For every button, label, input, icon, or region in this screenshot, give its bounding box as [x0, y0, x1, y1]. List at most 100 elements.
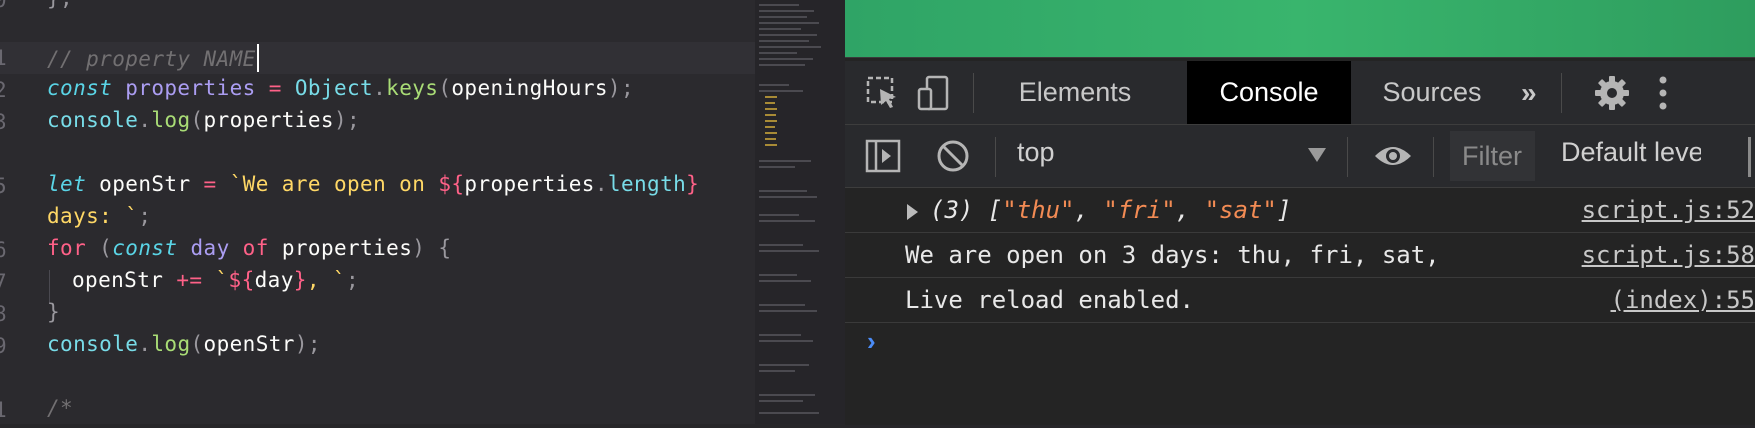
array-preview[interactable]: (3) ["thu", "fri", "sat"]: [930, 196, 1291, 224]
chevron-down-icon[interactable]: [1308, 148, 1326, 162]
eye-icon[interactable]: [1373, 138, 1413, 174]
code-token: length: [607, 172, 687, 196]
tab-sources[interactable]: Sources: [1357, 61, 1507, 124]
minimap-line: [759, 4, 799, 6]
comment-token: // property NAME: [47, 47, 256, 71]
code-token: console: [47, 332, 139, 356]
tab-console[interactable]: Console: [1187, 61, 1351, 124]
line-number: 7: [0, 270, 7, 294]
kebab-menu-icon[interactable]: [1653, 75, 1673, 111]
console-message: We are open on 3 days: thu, fri, sat, sc…: [845, 233, 1755, 278]
minimap-line: [759, 90, 803, 92]
code-line: }: [47, 300, 61, 324]
code-token: =: [255, 76, 295, 100]
source-link[interactable]: (index):55: [1555, 286, 1755, 314]
code-token: log: [151, 332, 191, 356]
code-token: console: [47, 108, 139, 132]
minimap-line: [765, 96, 777, 98]
minimap-line: [759, 58, 813, 60]
text-cursor: [256, 44, 259, 72]
array-item: "thu": [1002, 196, 1075, 224]
code-token: .: [594, 172, 608, 196]
sidebar-toggle-icon[interactable]: [865, 138, 901, 174]
code-token: properties: [203, 108, 334, 132]
code-line: const properties = Object.keys(openingHo…: [47, 76, 634, 100]
console-message: Live reload enabled. (index):55: [845, 278, 1755, 323]
minimap-line: [759, 280, 811, 282]
code-token: `: [125, 204, 139, 228]
toolbar-divider: [1433, 137, 1434, 177]
code-token: (: [190, 108, 204, 132]
code-token: days:: [47, 204, 126, 228]
minimap-line: [765, 138, 776, 140]
code-token: ${: [438, 172, 465, 196]
code-token: (: [86, 236, 113, 260]
editor-minimap[interactable]: [755, 0, 845, 424]
code-token: openingHours: [451, 76, 608, 100]
tab-elements[interactable]: Elements: [995, 61, 1155, 124]
code-line: // property NAME: [47, 44, 259, 72]
code-token: const: [112, 236, 178, 260]
code-token: );: [294, 332, 321, 356]
device-toolbar-icon[interactable]: [917, 75, 953, 111]
array-separator: ,: [1175, 196, 1205, 224]
filter-input[interactable]: Filter: [1450, 131, 1535, 181]
code-token: (: [190, 332, 204, 356]
code-token: properties: [464, 172, 595, 196]
minimap-line: [765, 144, 777, 146]
code-token: `We are open on: [229, 172, 439, 196]
console-prompt[interactable]: ›: [867, 326, 876, 357]
page-viewport[interactable]: [845, 0, 1755, 57]
context-selector[interactable]: top: [1017, 137, 1055, 168]
minimap-line: [759, 310, 817, 312]
line-number: 0: [0, 0, 7, 12]
code-token: .: [138, 108, 152, 132]
code-token: `: [202, 268, 229, 292]
code-token: openStr: [86, 172, 204, 196]
minimap-line: [765, 108, 777, 110]
source-link[interactable]: script.js:58: [1555, 241, 1755, 269]
code-token: openStr: [203, 332, 295, 356]
devtools-tabbar: Elements Console Sources »: [845, 61, 1755, 125]
minimap-line: [759, 364, 809, 366]
line-number: 1: [0, 46, 7, 70]
line-number: 2: [0, 78, 7, 102]
minimap-line: [765, 114, 776, 116]
code-token: openStr: [72, 268, 177, 292]
code-editor[interactable]: 0 1 2 3 5 6 7 8 9 1 }; // property NAME …: [0, 0, 755, 424]
message-text: Live reload enabled.: [905, 286, 1194, 314]
code-line: /*: [47, 396, 74, 420]
clear-console-icon[interactable]: [935, 138, 971, 174]
code-token: log: [151, 108, 191, 132]
code-token: (: [438, 76, 452, 100]
minimap-line: [759, 46, 821, 48]
minimap-line: [759, 340, 813, 342]
minimap-line: [765, 102, 775, 104]
code-token: );: [607, 76, 635, 100]
more-tabs-button[interactable]: »: [1521, 61, 1537, 124]
line-number: 5: [0, 174, 7, 198]
array-bracket: [: [987, 196, 1003, 224]
array-item: "sat": [1204, 196, 1277, 224]
code-token: }: [686, 172, 700, 196]
minimap-line: [765, 132, 777, 134]
code-line: console.log(properties);: [47, 108, 360, 132]
code-token: of: [229, 236, 269, 260]
source-link[interactable]: script.js:52: [1555, 196, 1755, 224]
code-token: let: [47, 172, 87, 196]
minimap-line: [759, 274, 797, 276]
line-number: 8: [0, 302, 7, 326]
settings-gear-icon[interactable]: [1594, 75, 1630, 111]
code-token: keys: [386, 76, 439, 100]
inspect-element-icon[interactable]: [865, 75, 901, 111]
toolbar-divider: [1561, 73, 1562, 113]
minimap-line: [759, 412, 819, 414]
log-levels-dropdown[interactable]: Default leve: [1561, 137, 1701, 168]
code-token: const: [47, 76, 113, 100]
code-token: for: [47, 236, 87, 260]
expand-arrow-icon[interactable]: [907, 204, 918, 220]
toolbar-divider: [995, 137, 996, 177]
minimap-line: [759, 52, 797, 54]
minimap-line: [759, 214, 799, 216]
code-token: , `: [306, 268, 346, 292]
